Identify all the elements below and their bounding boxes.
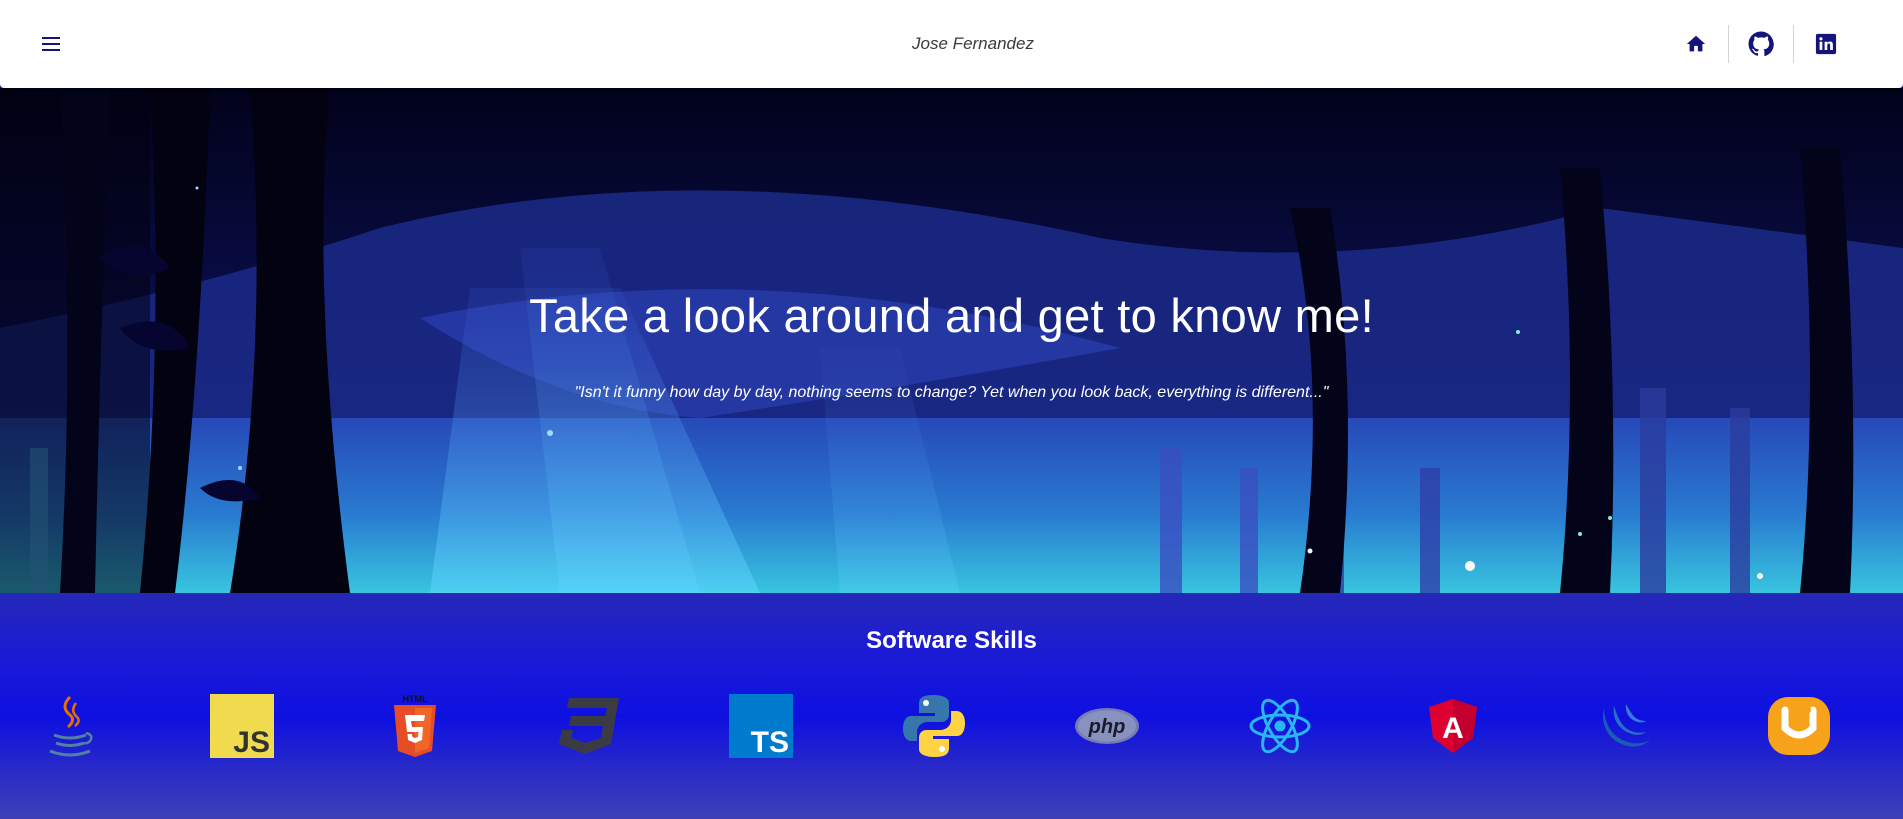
svg-text:A: A — [1442, 712, 1464, 745]
menu-icon[interactable] — [38, 31, 66, 57]
nav-icon-group — [1664, 24, 1858, 64]
svg-text:TS: TS — [751, 726, 789, 758]
hero-title: Take a look around and get to know me! — [529, 289, 1374, 342]
skills-title: Software Skills — [866, 627, 1037, 654]
svg-text:JS: JS — [233, 726, 270, 758]
hero-banner: Take a look around and get to know me! "… — [0, 88, 1903, 593]
home-icon[interactable] — [1664, 24, 1728, 64]
skills-section: Software Skills JS HTML TS php A — [0, 593, 1903, 819]
typescript-icon[interactable]: TS — [726, 691, 796, 761]
svg-text:php: php — [1088, 716, 1126, 738]
javascript-icon[interactable]: JS — [207, 691, 277, 761]
svg-text:HTML: HTML — [403, 694, 428, 704]
python-icon[interactable] — [899, 691, 969, 761]
angular-icon[interactable]: A — [1418, 691, 1488, 761]
linkedin-icon[interactable] — [1794, 24, 1858, 64]
brand-title-wrapper: Jose Fernandez — [0, 34, 1903, 54]
css3-icon[interactable] — [553, 691, 623, 761]
github-icon[interactable] — [1729, 24, 1793, 64]
skills-icon-row: JS HTML TS php A — [0, 691, 1903, 761]
hero-quote: "Isn't it funny how day by day, nothing … — [574, 384, 1329, 401]
java-icon[interactable] — [35, 691, 105, 761]
react-icon[interactable] — [1245, 691, 1315, 761]
jquery-icon[interactable] — [1591, 691, 1661, 761]
brand-title[interactable]: Jose Fernandez — [912, 34, 1034, 53]
php-icon[interactable]: php — [1072, 691, 1142, 761]
html5-icon[interactable]: HTML — [380, 691, 450, 761]
top-app-bar: Jose Fernandez — [0, 0, 1903, 88]
uikit-icon[interactable] — [1764, 691, 1834, 761]
